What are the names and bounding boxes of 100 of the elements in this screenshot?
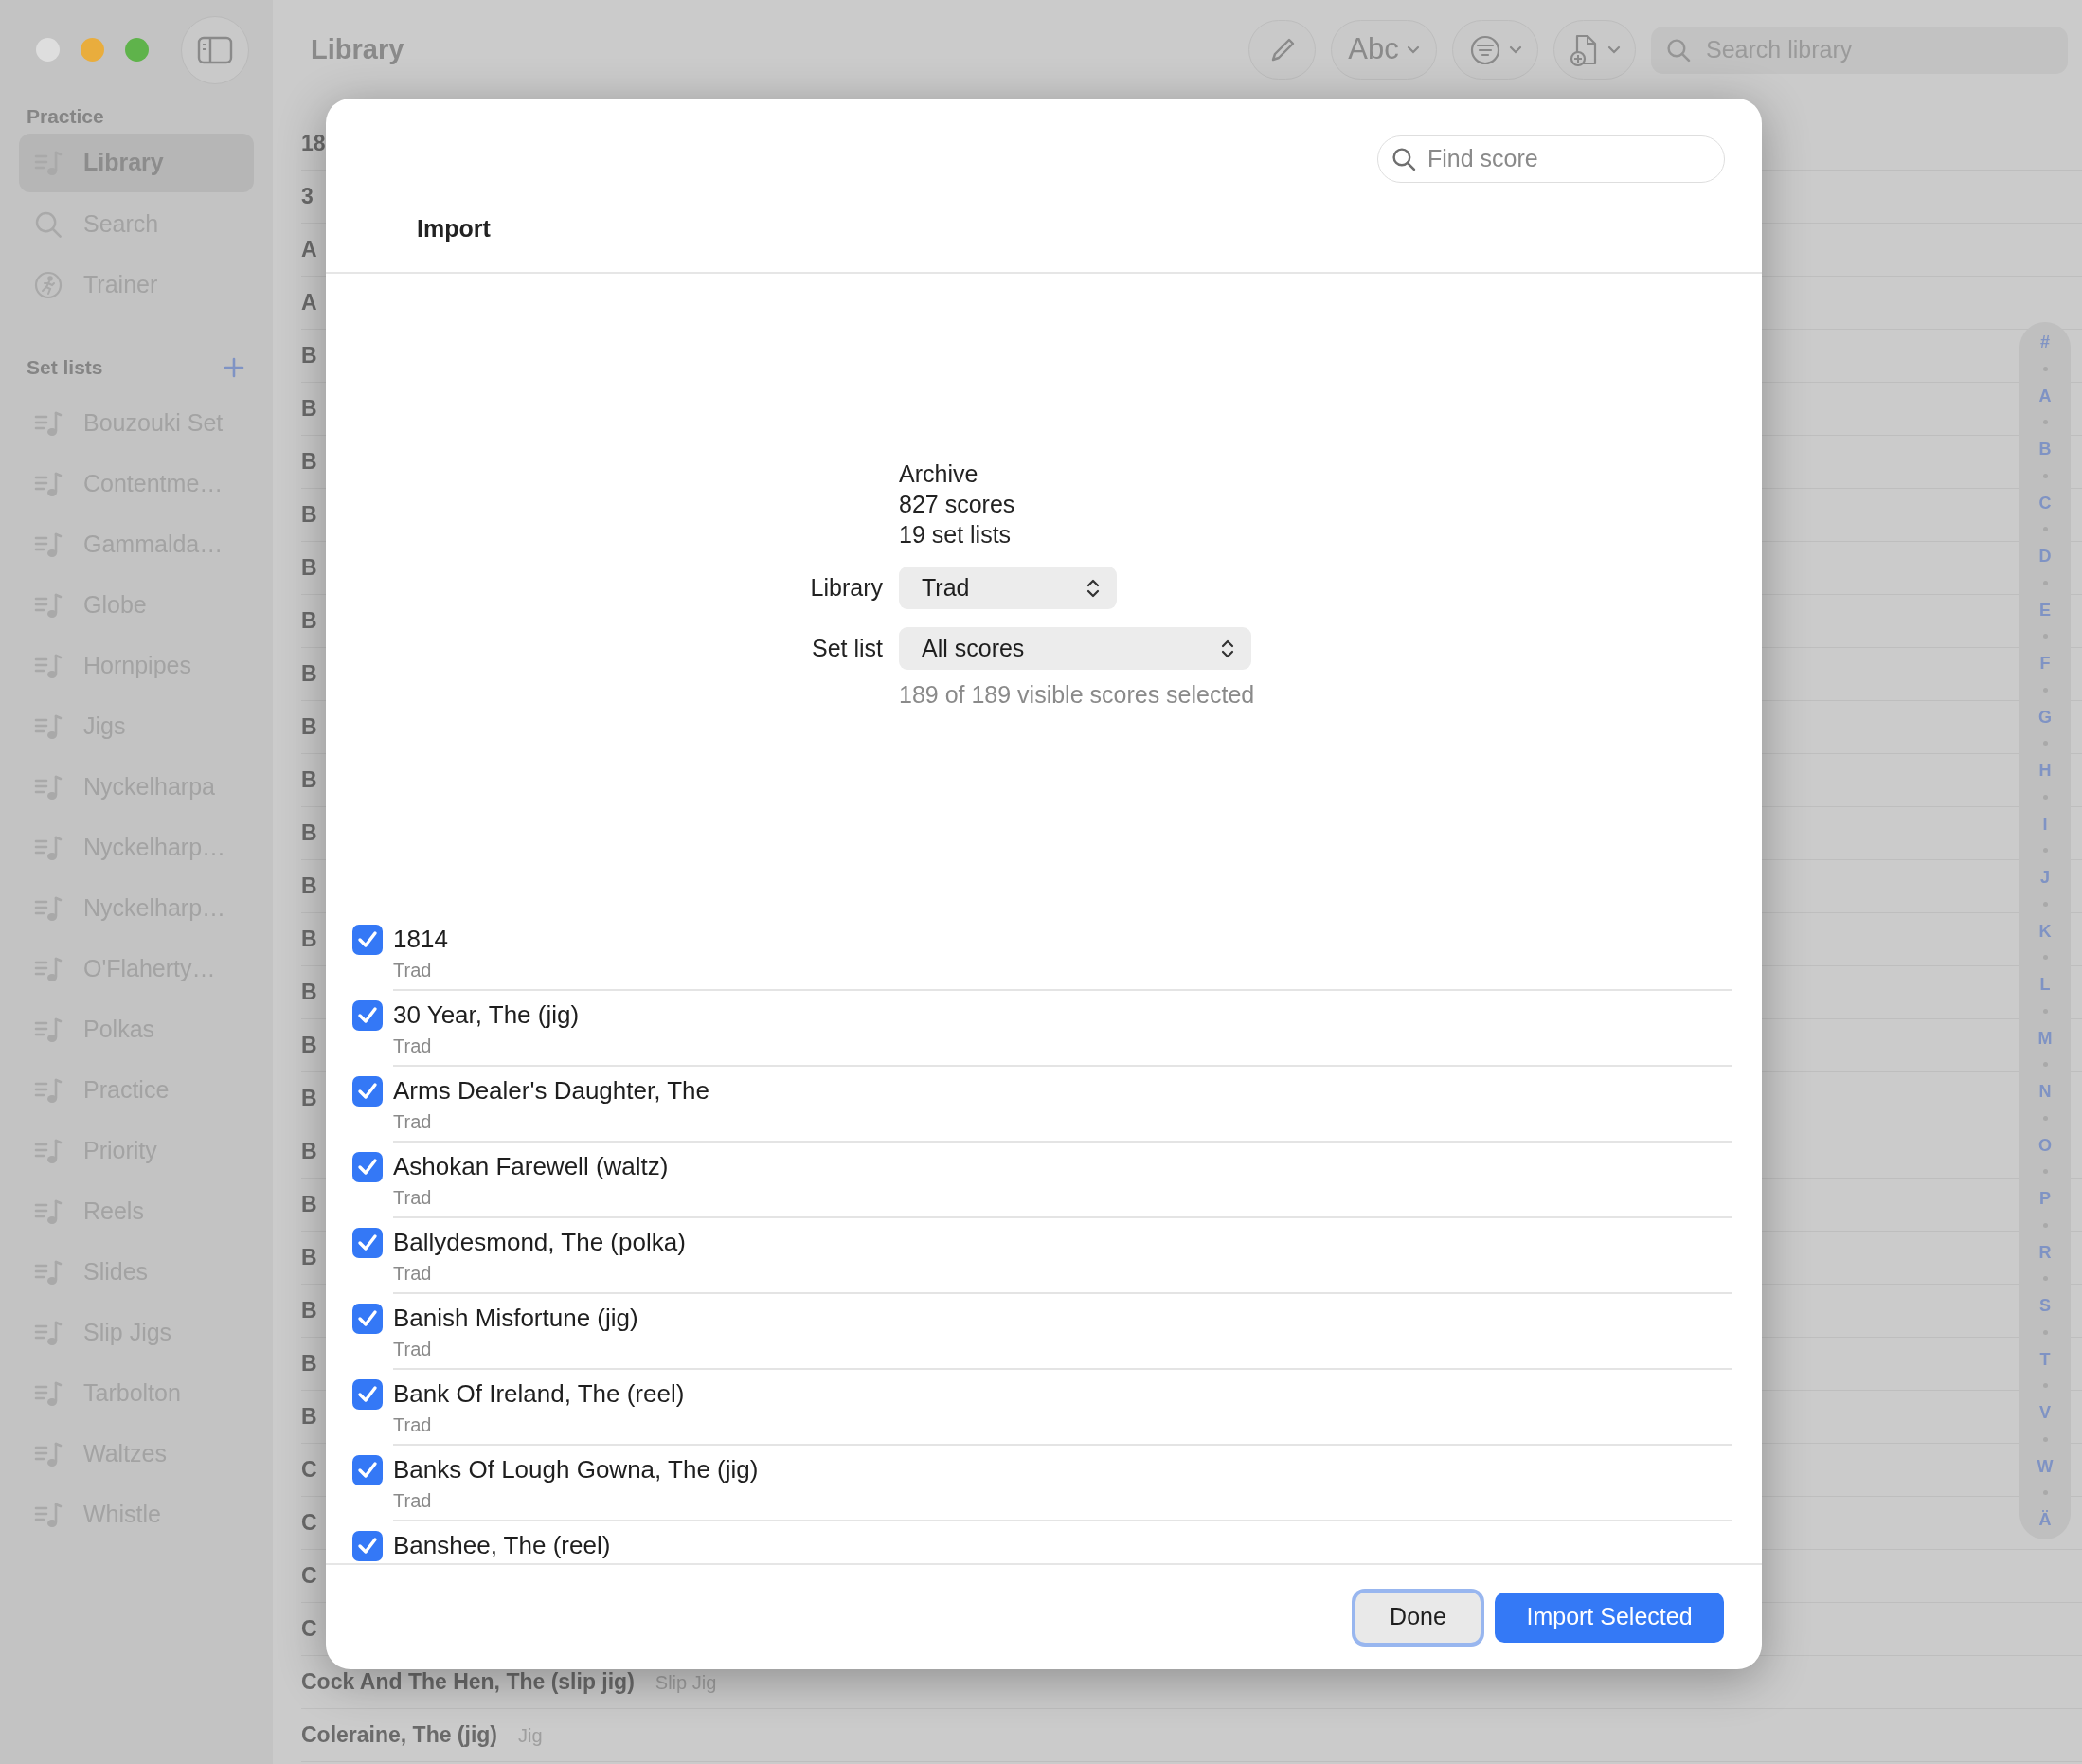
- text-style-button[interactable]: Abc: [1331, 20, 1437, 80]
- music-list-icon: [34, 1501, 63, 1529]
- checkmark-icon: [357, 1385, 378, 1404]
- music-list-icon: [34, 1197, 63, 1226]
- music-list-icon: [34, 409, 63, 438]
- index-letter[interactable]: W: [2037, 1455, 2054, 1477]
- score-title[interactable]: B: [301, 604, 317, 638]
- summary-text: Archive: [899, 459, 979, 489]
- score-title[interactable]: B: [301, 1029, 317, 1062]
- score-title[interactable]: A: [301, 233, 317, 266]
- checkbox[interactable]: [352, 1000, 383, 1031]
- checkbox[interactable]: [352, 1379, 383, 1410]
- index-letter[interactable]: J: [2040, 867, 2050, 888]
- music-list-icon: [34, 1319, 63, 1347]
- score-title[interactable]: C: [301, 1612, 317, 1646]
- find-score-field[interactable]: Find score: [1377, 135, 1725, 183]
- index-letter[interactable]: A: [2038, 385, 2052, 406]
- score-title[interactable]: B: [301, 1241, 317, 1274]
- summary-text: 827 scores: [899, 490, 1016, 519]
- index-letter[interactable]: #: [2040, 332, 2050, 352]
- index-letter[interactable]: O: [2038, 1134, 2052, 1156]
- score-title[interactable]: B: [301, 1294, 317, 1327]
- score-title[interactable]: B: [301, 817, 317, 850]
- score-title[interactable]: B: [301, 657, 317, 691]
- index-letter[interactable]: R: [2038, 1241, 2052, 1263]
- checkbox[interactable]: [352, 925, 383, 955]
- index-letter[interactable]: V: [2039, 1402, 2051, 1423]
- score-title[interactable]: B: [301, 551, 317, 585]
- score-title[interactable]: B: [301, 923, 317, 956]
- score-title: Arms Dealer's Daughter, The: [393, 1075, 710, 1107]
- score-title[interactable]: A: [301, 286, 317, 319]
- score-library: Trad: [393, 1489, 433, 1513]
- score-title[interactable]: B: [301, 711, 317, 744]
- score-title[interactable]: B: [301, 392, 317, 425]
- find-score-input[interactable]: Find score: [1426, 140, 1710, 178]
- index-letter[interactable]: Ä: [2038, 1509, 2052, 1530]
- score-title[interactable]: B: [301, 1347, 317, 1380]
- score-title[interactable]: B: [301, 339, 317, 372]
- score-title[interactable]: C: [301, 1506, 317, 1539]
- checkmark-icon: [357, 1158, 378, 1177]
- index-letter[interactable]: F: [2039, 653, 2051, 674]
- score-title[interactable]: B: [301, 1400, 317, 1433]
- index-letter[interactable]: G: [2038, 706, 2052, 728]
- checkbox[interactable]: [352, 1304, 383, 1334]
- index-letter[interactable]: C: [2038, 492, 2052, 513]
- score-title[interactable]: C: [301, 1453, 317, 1486]
- field-label: Set list: [810, 633, 883, 663]
- score-title[interactable]: Coleraine, The (jig): [301, 1719, 498, 1752]
- index-letter[interactable]: E: [2039, 599, 2051, 621]
- score-title[interactable]: B: [301, 1082, 317, 1115]
- score-title[interactable]: B: [301, 498, 317, 531]
- score-title[interactable]: B: [301, 445, 317, 478]
- score-library: Trad: [393, 1262, 433, 1286]
- checkmark-icon: [357, 1006, 378, 1025]
- score-title[interactable]: 18: [301, 127, 326, 160]
- score-title[interactable]: Cock And The Hen, The (slip jig): [301, 1665, 635, 1699]
- music-list-icon: [34, 591, 63, 620]
- checkbox[interactable]: [352, 1455, 383, 1485]
- runner-icon: [34, 271, 63, 299]
- popup-button[interactable]: All scores: [899, 627, 1251, 670]
- import-button[interactable]: Import Selected: [1495, 1592, 1724, 1643]
- score-title[interactable]: B: [301, 976, 317, 1009]
- index-letter[interactable]: M: [2037, 1027, 2053, 1049]
- checkbox[interactable]: [352, 1228, 383, 1258]
- music-list-icon: [34, 894, 63, 923]
- music-list-icon: [34, 470, 63, 498]
- index-letter[interactable]: N: [2038, 1081, 2052, 1102]
- index-letter[interactable]: T: [2039, 1348, 2051, 1370]
- index-letter[interactable]: K: [2038, 920, 2052, 942]
- score-title[interactable]: C: [301, 1559, 317, 1593]
- index-letter[interactable]: B: [2038, 439, 2052, 459]
- index-letter[interactable]: P: [2039, 1188, 2051, 1209]
- checkbox[interactable]: [352, 1076, 383, 1107]
- score-title[interactable]: B: [301, 764, 317, 797]
- section-header: Set lists: [27, 355, 103, 380]
- music-list-icon: [34, 1258, 63, 1287]
- checkmark-icon: [357, 1082, 378, 1101]
- checkbox[interactable]: [352, 1531, 383, 1561]
- summary-text: 19 set lists: [899, 520, 1013, 549]
- updown-chevron-icon: [1221, 638, 1234, 659]
- index-letter[interactable]: S: [2039, 1295, 2051, 1316]
- score-title[interactable]: B: [301, 870, 317, 903]
- score-title[interactable]: 3: [301, 180, 314, 213]
- score-title[interactable]: B: [301, 1135, 317, 1168]
- checkbox[interactable]: [352, 1152, 383, 1182]
- score-library: Trad: [393, 1413, 433, 1437]
- checkmark-icon: [357, 1461, 378, 1480]
- index-letter[interactable]: L: [2039, 974, 2051, 995]
- score-library: Trad: [393, 1110, 433, 1134]
- index-letter[interactable]: H: [2038, 760, 2052, 781]
- score-title: Banshee, The (reel): [393, 1530, 612, 1561]
- chevron-icon: [1406, 45, 1420, 55]
- index-letter[interactable]: D: [2038, 546, 2052, 567]
- music-list-icon: [34, 1379, 63, 1408]
- score-library: Trad: [393, 1338, 433, 1361]
- index-bar[interactable]: # A B C D E F G H I J K L M N O P R S T V W Ä: [2019, 322, 2071, 1539]
- score-title[interactable]: B: [301, 1188, 317, 1221]
- index-letter[interactable]: I: [2042, 813, 2048, 835]
- popup-button[interactable]: Trad: [899, 567, 1117, 609]
- music-list-icon: [34, 1016, 63, 1044]
